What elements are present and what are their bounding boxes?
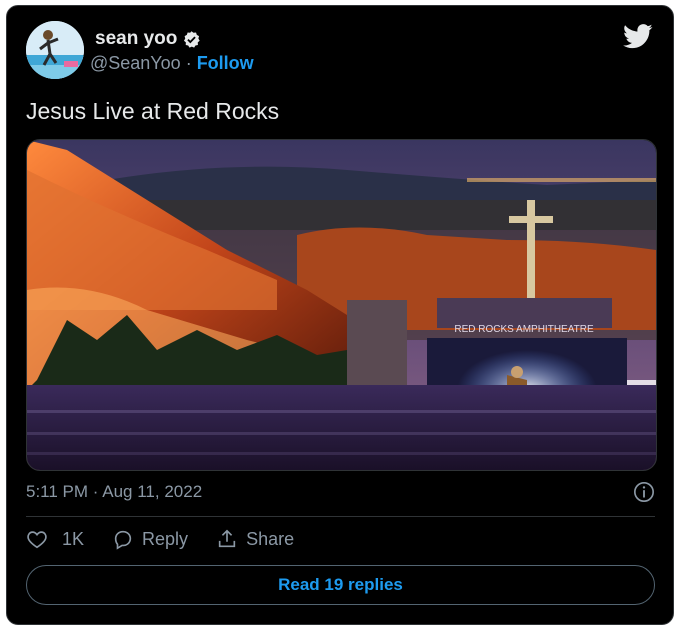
reply-bubble-icon (114, 530, 132, 550)
verified-badge-icon (184, 30, 201, 48)
amphitheatre-sign: RED ROCKS AMPHITHEATRE (454, 324, 594, 335)
avatar-image (26, 21, 84, 79)
share-upload-icon (218, 529, 236, 548)
tweet-photo: RED ROCKS AMPHITHEATRE (27, 140, 656, 470)
share-label: Share (246, 528, 295, 549)
tweet-meta: 5:11 PM · Aug 11, 2022 (26, 481, 655, 503)
reply-label: Reply (142, 528, 189, 549)
author-name[interactable]: sean yoo (95, 28, 177, 50)
action-bar: 1K Reply Share (26, 528, 294, 550)
follow-button[interactable]: Follow (197, 53, 254, 74)
tweet-time: 5:11 PM (26, 482, 89, 501)
twitter-bird-icon[interactable] (623, 24, 653, 49)
author-handle[interactable]: @SeanYoo (90, 53, 181, 74)
share-button[interactable]: Share (216, 528, 294, 550)
timestamp[interactable]: 5:11 PM · Aug 11, 2022 (26, 482, 202, 502)
reply-button[interactable]: Reply (112, 528, 188, 550)
tweet-media[interactable]: RED ROCKS AMPHITHEATRE (26, 139, 657, 471)
author-name-row: sean yoo (95, 28, 201, 50)
author-handle-row: @SeanYoo · Follow (90, 53, 254, 74)
tweet-card: sean yoo @SeanYoo · Follow Jesus Live at… (6, 5, 674, 625)
like-count: 1K (62, 528, 85, 549)
info-icon[interactable] (633, 481, 655, 503)
read-replies-button[interactable]: Read 19 replies (26, 565, 655, 605)
avatar[interactable] (26, 21, 84, 79)
like-button[interactable]: 1K (26, 528, 84, 550)
heart-icon (27, 531, 47, 549)
tweet-text: Jesus Live at Red Rocks (26, 98, 280, 124)
tweet-date: Aug 11, 2022 (102, 482, 203, 501)
handle-separator: · (185, 53, 192, 73)
meta-separator: · (92, 482, 99, 501)
divider (26, 516, 655, 517)
